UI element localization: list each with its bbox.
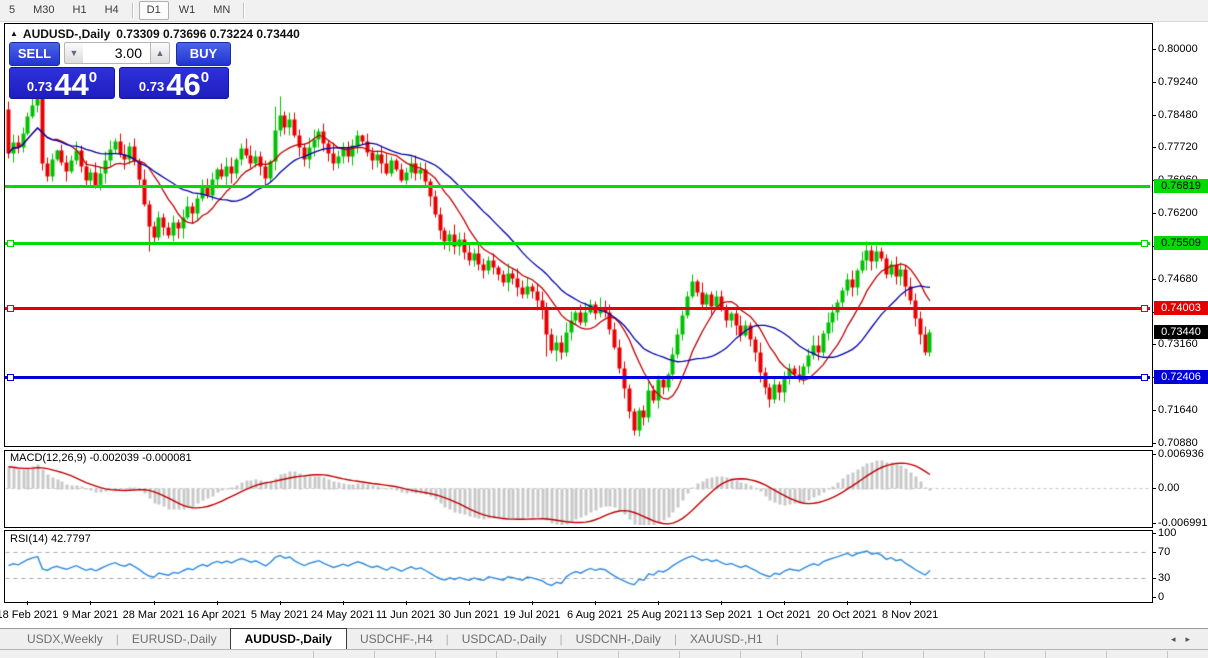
macd-scale-tick: 0.00 xyxy=(1158,482,1208,495)
line-end-marker[interactable] xyxy=(1141,240,1148,247)
tab-separator: | xyxy=(776,632,779,649)
time-scale-label: 8 Nov 2021 xyxy=(868,609,952,621)
chevron-down-icon: ▼ xyxy=(70,48,79,58)
tab-scroll-right-icon[interactable]: ▸ xyxy=(1185,634,1200,644)
time-scale-tick xyxy=(469,601,470,605)
level-price-badge: 0.76819 xyxy=(1154,179,1208,193)
rsi-pane[interactable] xyxy=(4,530,1153,603)
time-scale-tick xyxy=(532,601,533,605)
line-end-marker[interactable] xyxy=(7,240,14,247)
tab-xauusd-h1[interactable]: XAUUSD-,H1 xyxy=(677,629,776,649)
timeframe-toolbar: 5M30H1H4 D1W1MN xyxy=(0,0,1208,22)
status-bar xyxy=(0,649,1208,658)
volume-increase-button[interactable]: ▲ xyxy=(150,42,170,64)
chart-symbol-period: AUDUSD-,Daily xyxy=(23,27,110,41)
time-scale-tick xyxy=(406,601,407,605)
price-scale-tick: 0.71640 xyxy=(1158,404,1208,417)
buy-button[interactable]: BUY xyxy=(176,42,231,66)
time-scale-tick xyxy=(27,601,28,605)
sell-price-pips: 44 xyxy=(54,72,88,97)
rsi-scale-tick: 100 xyxy=(1158,527,1208,540)
toolbar-separator xyxy=(243,3,245,18)
one-click-trading-panel: SELL ▼ ▲ BUY 0.73440 0.73460 xyxy=(9,42,229,99)
chevron-up-icon: ▲ xyxy=(156,48,165,58)
sell-price-prefix: 0.73 xyxy=(27,79,52,94)
timeframe-button-h1[interactable]: H1 xyxy=(65,1,95,20)
terminal-window: 5M30H1H4 D1W1MN ▲ AUDUSD-,Daily 0.73309 0.7… xyxy=(0,0,1208,658)
tab-scroll-arrows: ◂▸ xyxy=(1171,634,1200,645)
price-scale-tick: 0.78480 xyxy=(1158,109,1208,122)
level-price-badge: 0.75509 xyxy=(1154,236,1208,250)
buy-price-point: 0 xyxy=(201,69,209,86)
tab-audusd-daily[interactable]: AUDUSD-,Daily xyxy=(230,628,347,650)
chart-ohlc-values: 0.73309 0.73696 0.73224 0.73440 xyxy=(116,27,300,41)
macd-scale-tick: 0.006936 xyxy=(1158,448,1208,461)
chart-title: ▲ AUDUSD-,Daily 0.73309 0.73696 0.73224 0.… xyxy=(10,27,300,41)
price-scale-tick: 0.76200 xyxy=(1158,207,1208,220)
line-end-marker[interactable] xyxy=(1141,305,1148,312)
horizontal-line-0.72406[interactable] xyxy=(5,376,1150,379)
volume-input[interactable] xyxy=(83,42,150,64)
time-scale-tick xyxy=(154,601,155,605)
price-scale-tick: 0.79240 xyxy=(1158,76,1208,89)
toolbar-separator xyxy=(132,3,134,18)
panel-collapse-icon[interactable]: ▲ xyxy=(10,29,18,38)
price-scale-tick: 0.80000 xyxy=(1158,43,1208,56)
time-scale-tick xyxy=(784,601,785,605)
tab-eurusd-daily[interactable]: EURUSD-,Daily xyxy=(119,629,230,649)
time-scale-tick xyxy=(217,601,218,605)
line-end-marker[interactable] xyxy=(7,305,14,312)
buy-price-prefix: 0.73 xyxy=(139,79,164,94)
macd-label: MACD(12,26,9) -0.002039 -0.000081 xyxy=(10,452,192,464)
level-price-badge: 0.72406 xyxy=(1154,370,1208,384)
price-scale-tick: 0.74680 xyxy=(1158,273,1208,286)
line-end-marker[interactable] xyxy=(1141,374,1148,381)
time-scale-tick xyxy=(280,601,281,605)
rsi-canvas[interactable] xyxy=(5,531,1150,600)
buy-price-pips: 46 xyxy=(166,72,200,97)
timeframe-button-5[interactable]: 5 xyxy=(1,1,23,20)
time-scale-tick xyxy=(595,601,596,605)
timeframe-button-d1[interactable]: D1 xyxy=(139,1,169,20)
level-price-badge: 0.74003 xyxy=(1154,301,1208,315)
timeframe-button-h4[interactable]: H4 xyxy=(97,1,127,20)
tab-usdchf-h4[interactable]: USDCHF-,H4 xyxy=(347,629,446,649)
time-scale-tick xyxy=(847,601,848,605)
rsi-scale-tick: 0 xyxy=(1158,591,1208,604)
horizontal-line-0.76819[interactable] xyxy=(5,185,1150,188)
line-end-marker[interactable] xyxy=(7,374,14,381)
timeframe-button-w1[interactable]: W1 xyxy=(171,1,204,20)
sell-price-quote[interactable]: 0.73440 xyxy=(9,67,115,99)
current-price-badge: 0.73440 xyxy=(1154,325,1208,339)
horizontal-line-0.75509[interactable] xyxy=(5,242,1150,245)
rsi-label: RSI(14) 42.7797 xyxy=(10,533,91,545)
chart-tab-bar: USDX,Weekly|EURUSD-,DailyAUDUSD-,DailyUS… xyxy=(0,628,1208,649)
tab-scroll-left-icon[interactable]: ◂ xyxy=(1171,634,1186,644)
tab-usdcad-daily[interactable]: USDCAD-,Daily xyxy=(449,629,560,649)
time-scale-tick xyxy=(90,601,91,605)
time-scale-tick xyxy=(910,601,911,605)
trade-controls-row: SELL ▼ ▲ BUY xyxy=(9,42,229,64)
status-bar-segments xyxy=(253,651,1193,658)
rsi-scale-tick: 70 xyxy=(1158,546,1208,559)
sell-price-point: 0 xyxy=(89,69,97,86)
horizontal-line-0.74003[interactable] xyxy=(5,307,1150,310)
price-scale-tick: 0.73160 xyxy=(1158,338,1208,351)
timeframe-button-mn[interactable]: MN xyxy=(205,1,238,20)
time-scale-tick xyxy=(658,601,659,605)
volume-decrease-button[interactable]: ▼ xyxy=(64,42,84,64)
price-scale-tick: 0.77720 xyxy=(1158,141,1208,154)
rsi-scale-tick: 30 xyxy=(1158,572,1208,585)
sell-button[interactable]: SELL xyxy=(9,42,60,66)
time-scale-tick xyxy=(343,601,344,605)
buy-price-quote[interactable]: 0.73460 xyxy=(119,67,229,99)
timeframe-button-m30[interactable]: M30 xyxy=(25,1,62,20)
time-scale-tick xyxy=(721,601,722,605)
tab-usdcnh-daily[interactable]: USDCNH-,Daily xyxy=(563,629,674,649)
tab-usdx-weekly[interactable]: USDX,Weekly xyxy=(14,629,116,649)
